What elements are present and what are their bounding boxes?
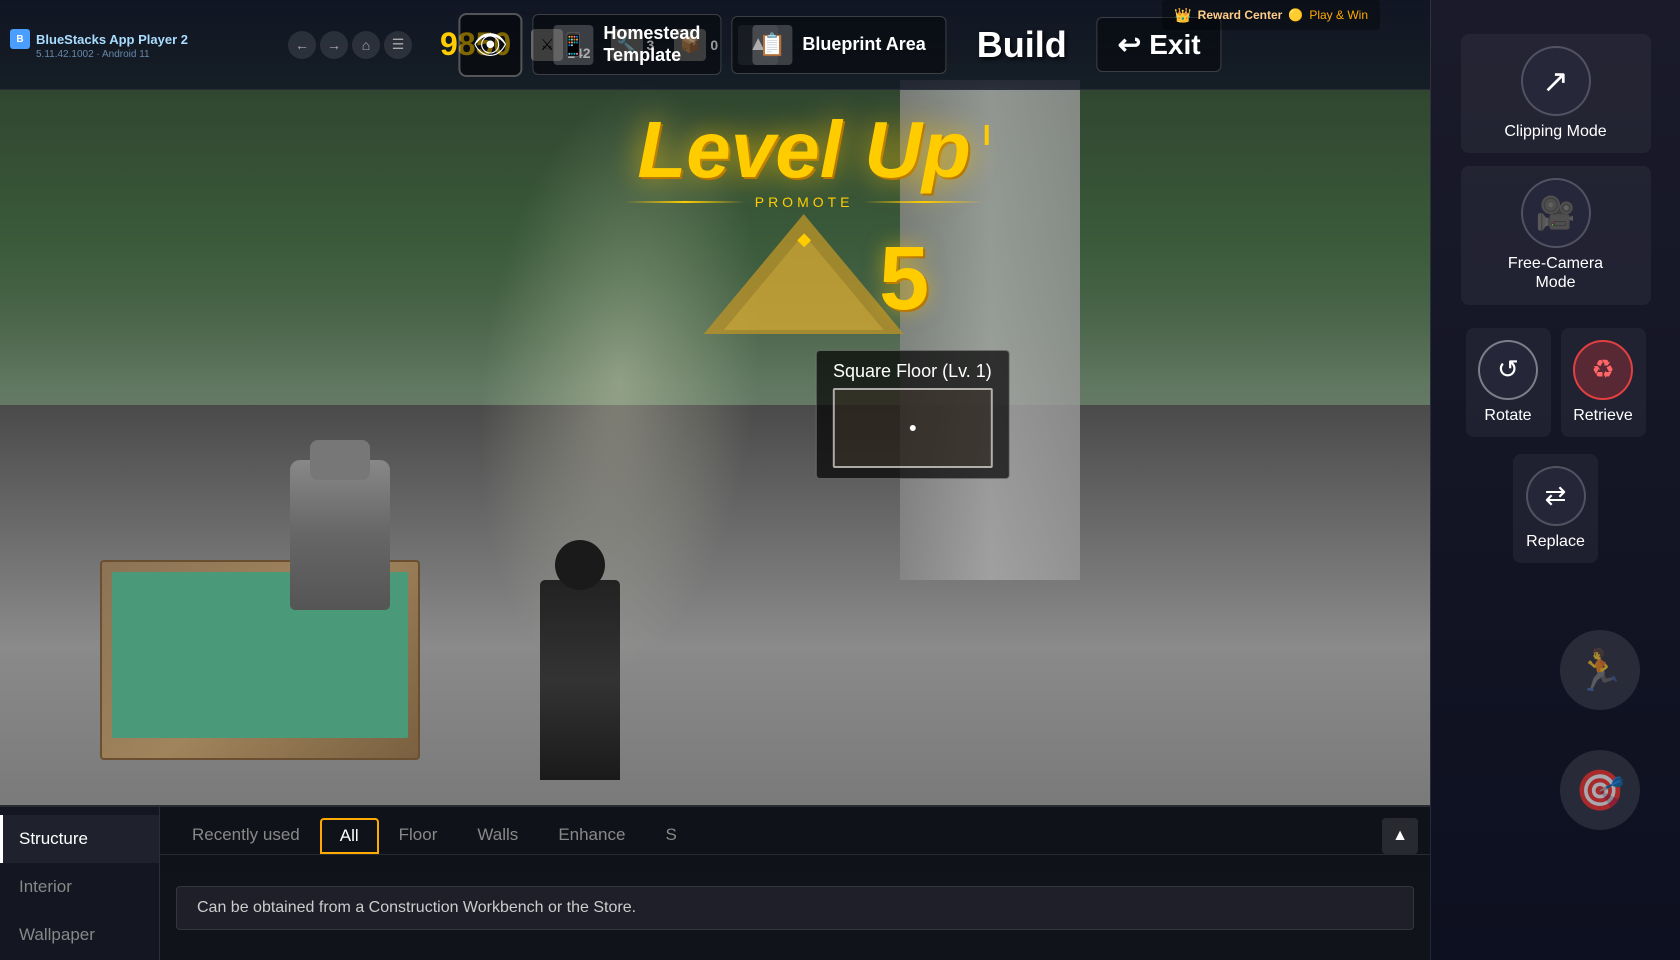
clipping-mode-icon: ↗ (1521, 46, 1591, 116)
bluestacks-app-name: BlueStacks App Player 2 (36, 32, 188, 47)
replace-button[interactable]: ⇄ Replace (1513, 454, 1598, 563)
right-sidebar: ↗ Clipping Mode 🎥 Free-CameraMode ↺ Rota… (1430, 0, 1680, 960)
level-up-title: Level Up (625, 110, 984, 190)
blueprint-label: Blueprint Area (802, 34, 925, 56)
player-character (540, 580, 620, 780)
category-sidebar: Structure Interior Wallpaper (0, 807, 160, 960)
category-structure[interactable]: Structure (0, 815, 159, 863)
bluestacks-logo: B (10, 29, 30, 49)
home-arrow[interactable]: ⌂ (352, 31, 380, 59)
homestead-template-button[interactable]: 📱 HomesteadTemplate (532, 14, 721, 75)
tab-enhance[interactable]: Enhance (538, 817, 645, 855)
level-number: 5 (804, 234, 1004, 324)
bluestacks-branding: B BlueStacks App Player 2 5.11.42.1002 ·… (0, 29, 280, 60)
build-button[interactable]: Build (957, 24, 1087, 66)
tab-expand-button[interactable]: ▲ (1382, 818, 1418, 854)
blueprint-icon: 📋 (752, 25, 792, 65)
robot (290, 460, 390, 610)
play-win-text: Play & Win (1309, 8, 1368, 22)
level-triangle: ◆ 5 (704, 214, 904, 334)
play-win-label: 🟡 (1288, 8, 1303, 22)
back-arrow[interactable]: ← (288, 31, 316, 59)
replace-label: Replace (1526, 532, 1585, 551)
tab-all[interactable]: All (320, 818, 379, 854)
nav-arrows: ← → ⌂ ☰ (280, 31, 420, 59)
promote-bar: PROMOTE (625, 194, 984, 210)
tab-floor[interactable]: Floor (379, 817, 458, 855)
sniper-character-button[interactable]: 🎯 (1560, 750, 1640, 830)
floor-preview-dot (909, 425, 915, 431)
blueprint-area-button[interactable]: 📋 Blueprint Area (731, 16, 946, 74)
free-camera-label: Free-CameraMode (1508, 254, 1603, 292)
category-interior[interactable]: Interior (0, 863, 159, 911)
run-character-button[interactable]: 🏃 (1560, 630, 1640, 710)
exit-icon: ↩ (1118, 28, 1141, 61)
reward-center-label: Reward Center (1198, 8, 1283, 22)
reward-icon: 👑 (1174, 7, 1191, 24)
floor-preview-box (832, 388, 992, 468)
category-wallpaper[interactable]: Wallpaper (0, 911, 159, 959)
exit-label: Exit (1149, 29, 1200, 61)
retrieve-icon: ♻ (1573, 340, 1633, 400)
center-bar: 👁 📱 HomesteadTemplate 📋 Blueprint Area B… (458, 13, 1221, 77)
bottom-bar: Structure Interior Wallpaper Recently us… (0, 805, 1430, 960)
promote-line-right (864, 201, 984, 203)
free-camera-button[interactable]: 🎥 Free-CameraMode (1461, 166, 1651, 304)
top-bar: B BlueStacks App Player 2 5.11.42.1002 ·… (0, 0, 1680, 90)
floor-name: Square Floor (Lv. 1) (832, 361, 992, 382)
forward-arrow[interactable]: → (320, 31, 348, 59)
tab-bar: Recently used All Floor Walls Enhance S … (160, 807, 1430, 855)
rotate-button[interactable]: ↺ Rotate (1466, 328, 1551, 437)
tab-recently-used[interactable]: Recently used (172, 817, 320, 855)
homestead-icon: 📱 (553, 25, 593, 65)
homestead-label: HomesteadTemplate (603, 23, 700, 66)
bookmark-arrow[interactable]: ☰ (384, 31, 412, 59)
promote-line-left (625, 201, 745, 203)
tab-walls[interactable]: Walls (457, 817, 538, 855)
retrieve-button[interactable]: ♻ Retrieve (1561, 328, 1646, 437)
floor-info-panel: Square Floor (Lv. 1) (815, 350, 1009, 479)
rotate-icon: ↺ (1478, 340, 1538, 400)
free-camera-icon: 🎥 (1521, 178, 1591, 248)
visibility-toggle[interactable]: 👁 (458, 13, 522, 77)
clipping-mode-button[interactable]: ↗ Clipping Mode (1461, 34, 1651, 153)
promote-text: PROMOTE (745, 194, 864, 210)
clipping-mode-label: Clipping Mode (1504, 122, 1606, 141)
level-up-display: Level Up PROMOTE ◆ 5 (625, 110, 984, 334)
rotate-label: Rotate (1484, 406, 1531, 425)
tab-s[interactable]: S (645, 817, 696, 855)
replace-icon: ⇄ (1526, 466, 1586, 526)
bluestacks-version: 5.11.42.1002 · Android 11 (36, 49, 270, 60)
info-area: Can be obtained from a Construction Work… (160, 855, 1430, 960)
bottom-content: Recently used All Floor Walls Enhance S … (160, 807, 1430, 960)
bluestacks-title-row: B BlueStacks App Player 2 (10, 29, 270, 49)
reward-center[interactable]: 👑 Reward Center 🟡 Play & Win (1162, 0, 1380, 30)
retrieve-label: Retrieve (1573, 406, 1633, 425)
diamond-icon: ◆ (797, 229, 811, 250)
info-text: Can be obtained from a Construction Work… (176, 886, 1414, 930)
